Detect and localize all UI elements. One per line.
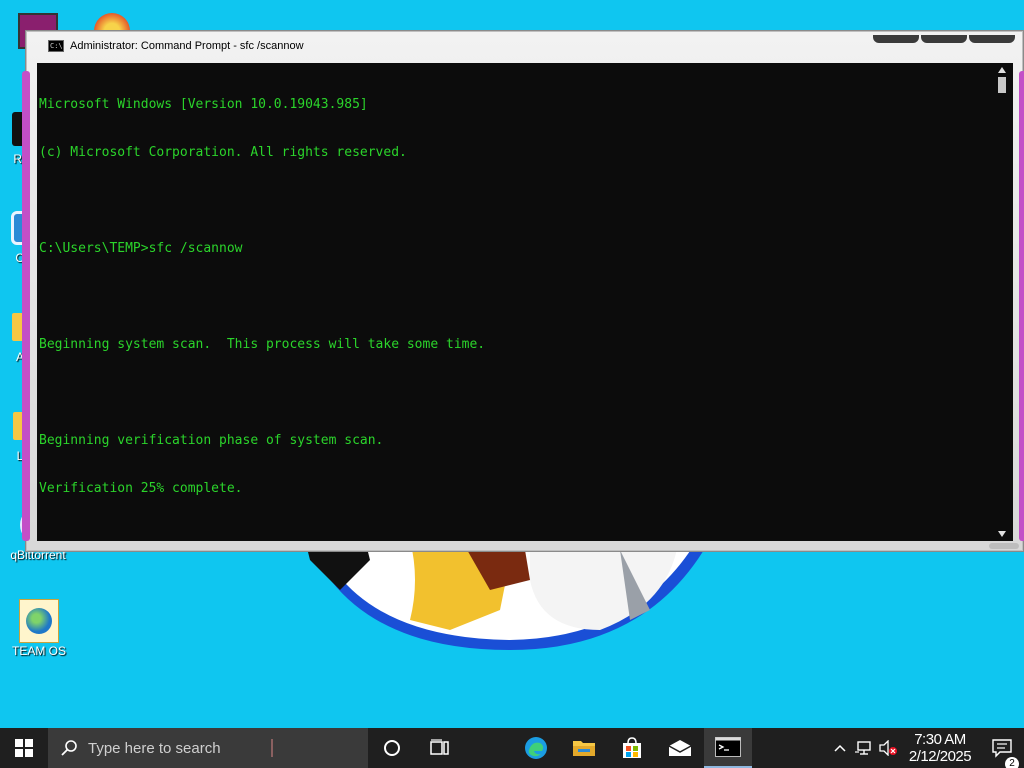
- taskbar-search-box[interactable]: Type here to search: [48, 728, 368, 768]
- clock-time: 7:30 AM: [914, 731, 966, 748]
- cortana-circle-icon: [384, 740, 400, 756]
- clock-date: 2/12/2025: [908, 748, 972, 765]
- edge-button[interactable]: [512, 728, 560, 768]
- file-explorer-button[interactable]: [560, 728, 608, 768]
- console-line: (c) Microsoft Corporation. All rights re…: [39, 145, 407, 160]
- windows-logo-icon: [15, 739, 33, 757]
- task-view-button[interactable]: [416, 728, 464, 768]
- close-button[interactable]: [969, 35, 1015, 43]
- window-controls: [873, 35, 1015, 43]
- microsoft-store-button[interactable]: [608, 728, 656, 768]
- system-tray: 7:30 AM 2/12/2025 2: [828, 728, 1024, 768]
- mail-button[interactable]: [656, 728, 704, 768]
- start-button[interactable]: [0, 728, 48, 768]
- cmd-icon[interactable]: C:\: [48, 40, 64, 52]
- vertical-scrollbar[interactable]: [987, 63, 1013, 541]
- minimize-button[interactable]: [873, 35, 919, 43]
- network-icon[interactable]: [852, 740, 876, 756]
- text-cursor: [270, 739, 273, 757]
- action-center-button[interactable]: 2: [980, 738, 1024, 768]
- window-frame-accent: [22, 71, 30, 541]
- window-frame-accent: [1019, 71, 1024, 541]
- desktop-icon-team-os[interactable]: TEAM OS: [7, 599, 71, 658]
- command-prompt-window[interactable]: C:\ Administrator: Command Prompt - sfc …: [22, 30, 1024, 552]
- store-icon: [623, 737, 641, 758]
- notification-count-badge: 2: [1005, 757, 1019, 768]
- edge-icon: [525, 737, 547, 759]
- title-bar[interactable]: C:\ Administrator: Command Prompt - sfc …: [26, 31, 1023, 61]
- cmd-icon: [715, 737, 741, 757]
- scroll-up-arrow-icon[interactable]: [998, 67, 1006, 73]
- console-line: Beginning verification phase of system s…: [39, 433, 384, 448]
- search-icon: [61, 740, 77, 756]
- console-output[interactable]: Microsoft Windows [Version 10.0.19043.98…: [37, 63, 987, 541]
- mail-icon: [668, 740, 692, 756]
- task-view-icon: [430, 739, 449, 755]
- desktop-icon-label: TEAM OS: [11, 644, 66, 658]
- console-line: Verification 25% complete.: [39, 481, 243, 496]
- show-hidden-icons-chevron-icon[interactable]: [828, 744, 852, 752]
- notifications-icon: [992, 739, 1012, 758]
- globe-icon: [18, 599, 60, 643]
- cortana-button[interactable]: [368, 728, 416, 768]
- command-prompt-taskbar-button[interactable]: [704, 728, 752, 768]
- maximize-button[interactable]: [921, 35, 967, 43]
- scroll-thumb[interactable]: [998, 77, 1006, 93]
- console-line: Microsoft Windows [Version 10.0.19043.98…: [39, 97, 368, 112]
- system-clock[interactable]: 7:30 AM 2/12/2025: [900, 731, 980, 765]
- search-placeholder: Type here to search: [88, 739, 221, 757]
- scroll-down-arrow-icon[interactable]: [998, 531, 1006, 537]
- folder-icon: [573, 741, 595, 756]
- window-title: Administrator: Command Prompt - sfc /sca…: [70, 40, 304, 52]
- volume-muted-icon[interactable]: [876, 740, 900, 756]
- taskbar: Type here to search 7:30 AM 2/12/2025 2: [0, 728, 1024, 768]
- console-line: Beginning system scan. This process will…: [39, 337, 486, 352]
- resize-grip[interactable]: [989, 543, 1019, 549]
- console-line: C:\Users\TEMP>sfc /scannow: [39, 241, 243, 256]
